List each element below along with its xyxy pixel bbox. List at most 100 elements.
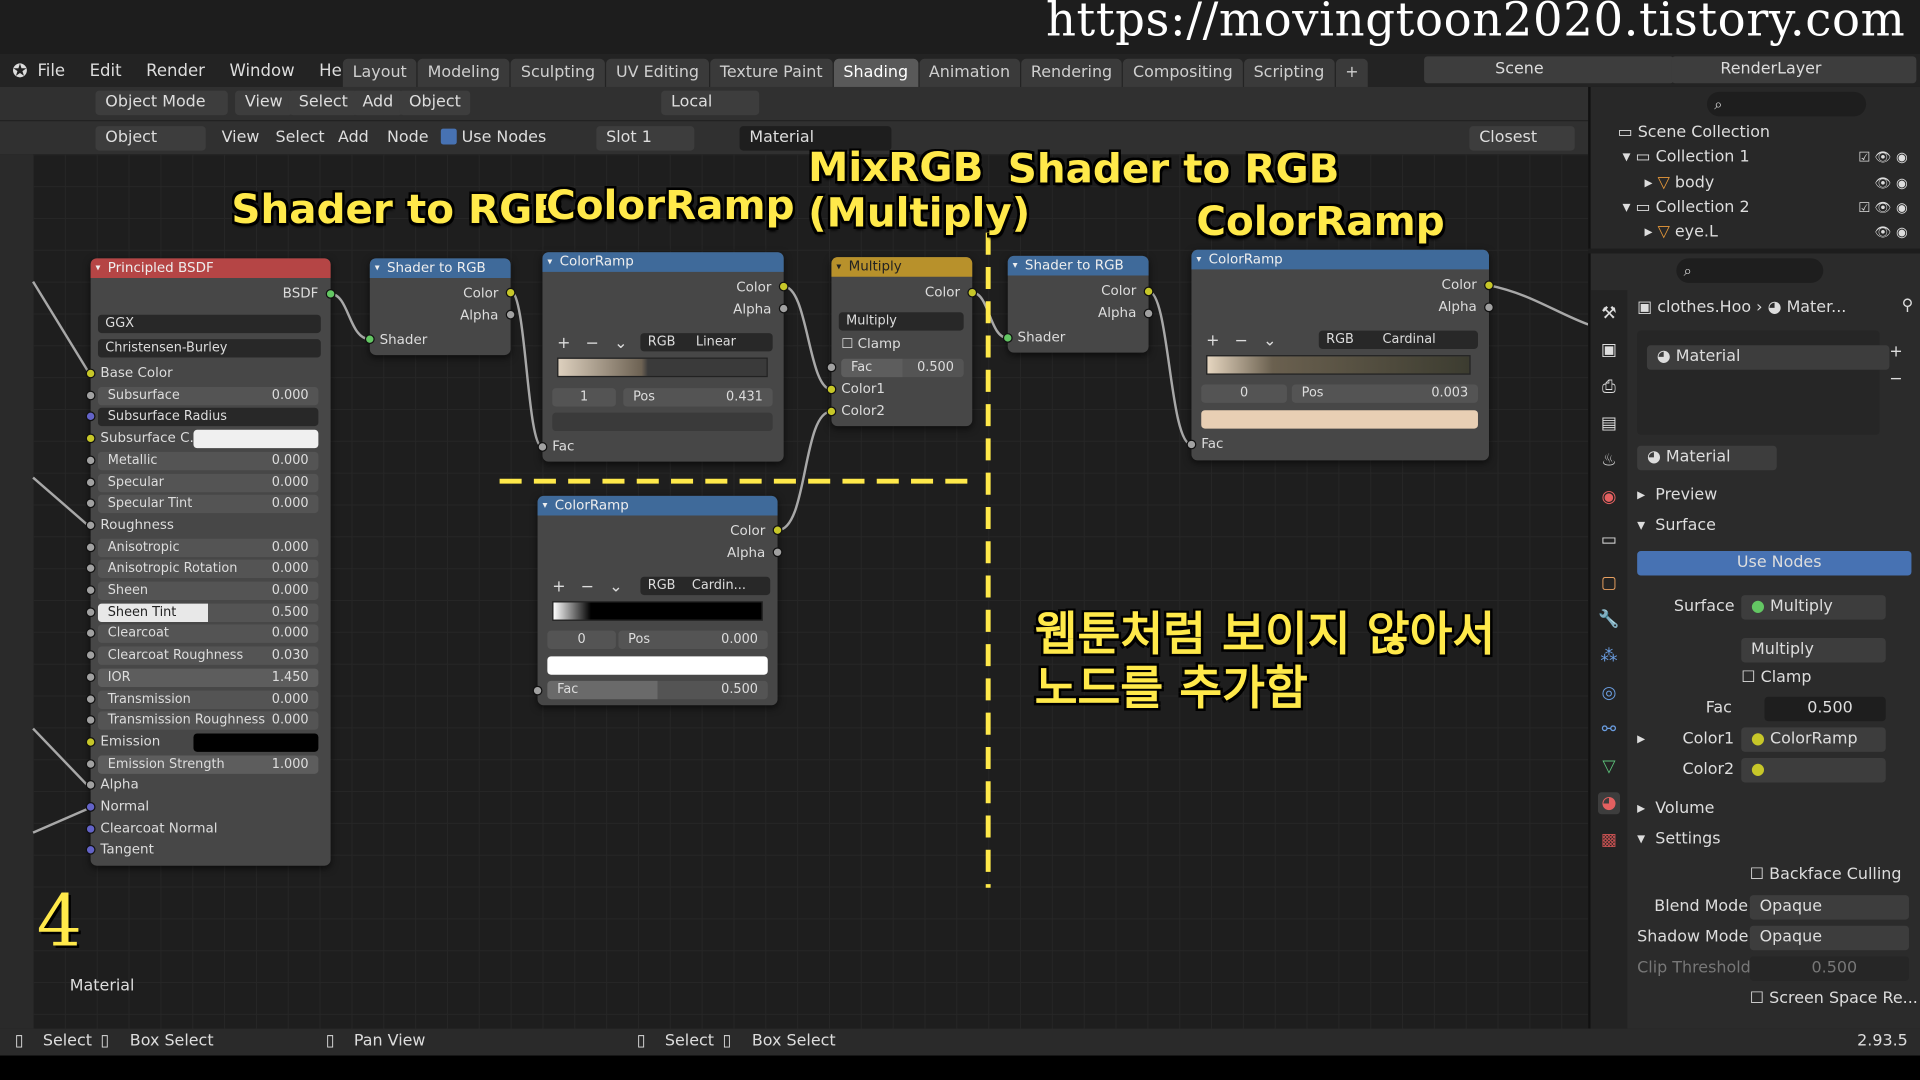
alpha-output-socket[interactable] (1143, 308, 1154, 319)
material-icon[interactable]: ◕ (1597, 792, 1621, 815)
input-socket[interactable] (85, 520, 96, 531)
principled-bsdf-node[interactable]: Principled BSDF BSDF GGX Christensen-Bur… (85, 258, 336, 866)
stop-color-swatch[interactable] (1201, 410, 1478, 429)
visibility-eye-icon[interactable]: ☑ 👁 ◉ (1858, 146, 1907, 170)
outliner-eye-l[interactable]: ▸ ▽ eye.L 👁 ◉ (1591, 220, 1920, 244)
input-socket[interactable] (85, 672, 96, 682)
color1-input-socket[interactable] (826, 384, 837, 395)
object-icon[interactable]: ▢ (1598, 572, 1620, 594)
surface-panel-header[interactable]: ▾ Surface (1637, 517, 1716, 535)
bsdf-field-transmission[interactable]: Transmission 0.000 (97, 690, 319, 709)
fac-input-socket[interactable] (1186, 439, 1197, 450)
distribution-dropdown[interactable]: GGX (97, 314, 321, 334)
outliner-collection-2[interactable]: ▾ ▭ Collection 2 ☑ 👁 ◉ (1591, 196, 1920, 220)
shader-input-socket[interactable] (364, 334, 375, 345)
input-socket[interactable] (85, 737, 96, 747)
settings-panel-header[interactable]: ▾ Settings (1637, 830, 1720, 848)
color-ramp-bar[interactable] (1206, 355, 1471, 375)
input-socket[interactable] (85, 541, 96, 552)
texture-icon[interactable]: ▩ (1598, 829, 1620, 851)
material-datablock-field[interactable]: ◕ Material (1637, 445, 1777, 471)
shader-input-socket[interactable] (1002, 333, 1013, 343)
color-output-socket[interactable] (505, 287, 516, 298)
color2-field[interactable]: ● (1741, 757, 1886, 783)
surface-shader-field[interactable]: ● Multiply (1741, 595, 1886, 620)
use-nodes-button[interactable]: Use Nodes (1637, 551, 1912, 576)
preview-panel-header[interactable]: ▸ Preview (1637, 486, 1717, 504)
color1-field[interactable]: ● ColorRamp (1741, 727, 1886, 752)
bsdf-field-subsurface[interactable]: Subsurface 0.000 (97, 386, 319, 405)
input-socket[interactable] (85, 498, 96, 509)
stop-position-field[interactable]: Pos 0.000 (618, 630, 768, 649)
physics-icon[interactable]: ◎ (1598, 682, 1620, 704)
ramp-mode-dropdown[interactable]: RGB Linear (640, 333, 773, 352)
clamp-checkbox[interactable]: ☐ Clamp (841, 336, 900, 352)
color-output-socket[interactable] (1143, 286, 1154, 297)
bsdf-field-specular-tint[interactable]: Specular Tint 0.000 (97, 494, 319, 514)
bsdf-field-metallic[interactable]: Metallic 0.000 (97, 451, 319, 470)
add-stop-button[interactable]: + − ⌄ (552, 578, 622, 596)
ramp-mode-dropdown[interactable]: RGB Cardinal (1318, 330, 1478, 349)
outliner-scene-collection[interactable]: ▭ Scene Collection (1591, 121, 1920, 145)
add-stop-button[interactable]: + − ⌄ (1206, 332, 1276, 350)
fac-input-socket[interactable] (532, 685, 543, 696)
emission-color-swatch[interactable] (193, 733, 319, 752)
blend-type-dropdown[interactable]: Multiply (838, 312, 964, 331)
remove-slot-button[interactable]: − (1889, 370, 1902, 388)
stop-index-field[interactable]: 0 (1201, 384, 1287, 403)
outliner-collection-1[interactable]: ▾ ▭ Collection 1 ☑ 👁 ◉ (1591, 146, 1920, 170)
visibility-eye-icon[interactable]: 👁 ◉ (1875, 171, 1908, 195)
bsdf-output-socket[interactable] (325, 288, 336, 299)
input-socket[interactable] (85, 758, 96, 769)
clip-threshold-field[interactable]: 0.500 (1749, 956, 1909, 981)
visibility-eye-icon[interactable]: 👁 ◉ (1875, 220, 1908, 244)
shader-to-rgb-node-2[interactable]: Shader to RGB Color Alpha Shader (1002, 255, 1154, 353)
modifier-wrench-icon[interactable]: 🔧 (1598, 609, 1620, 631)
input-socket[interactable] (85, 650, 96, 661)
bsdf-field-sheen-tint[interactable]: Sheen Tint 0.500 (97, 603, 319, 622)
render-icon[interactable]: ▣ (1598, 339, 1620, 361)
particles-icon[interactable]: ⁂ (1598, 645, 1620, 667)
input-socket[interactable] (85, 693, 96, 704)
blend-type-dropdown[interactable]: Multiply (1741, 637, 1886, 663)
alpha-output-socket[interactable] (772, 547, 783, 558)
tool-icon[interactable]: ⚒ (1598, 302, 1620, 324)
backface-culling-checkbox[interactable]: ☐ Backface Culling (1750, 866, 1902, 884)
input-socket[interactable] (85, 845, 96, 856)
input-socket[interactable] (85, 606, 96, 617)
input-socket[interactable] (85, 802, 96, 812)
color-output-socket[interactable] (967, 287, 978, 298)
mesh-data-icon[interactable]: ▽ (1598, 756, 1620, 778)
input-socket[interactable] (85, 390, 96, 401)
bsdf-field-clearcoat[interactable]: Clearcoat 0.000 (97, 624, 319, 644)
fac-field[interactable]: 0.500 (1764, 696, 1886, 722)
material-slot-list[interactable]: ◕ Material (1637, 330, 1890, 435)
input-socket[interactable] (85, 628, 96, 639)
bsdf-field-emission-strength[interactable]: Emission Strength 1.000 (97, 755, 319, 774)
stop-color-swatch[interactable] (547, 656, 768, 675)
fac-field[interactable]: Fac 0.500 (547, 680, 768, 700)
bsdf-field-ior[interactable]: IOR 1.450 (97, 668, 319, 687)
input-socket[interactable] (85, 368, 96, 379)
stop-position-field[interactable]: Pos 0.003 (1291, 384, 1478, 403)
stop-index-field[interactable]: 0 (547, 630, 616, 649)
color-output-socket[interactable] (778, 281, 789, 292)
colorramp-node-2[interactable]: ColorRamp Color Alpha + − ⌄ RGB Cardin..… (532, 495, 783, 706)
input-socket[interactable] (85, 780, 96, 791)
subsurface-color-swatch[interactable] (193, 429, 319, 449)
input-socket[interactable] (85, 563, 96, 574)
input-socket[interactable] (85, 411, 96, 422)
input-socket[interactable] (85, 455, 96, 466)
mixrgb-multiply-node[interactable]: Multiply Color Multiply ☐ Clamp Fac0.500… (826, 257, 978, 427)
bsdf-field-anisotropic-rotation[interactable]: Anisotropic Rotation 0.000 (97, 559, 319, 579)
view-layer-icon[interactable]: ▤ (1598, 413, 1620, 435)
bsdf-field-transmission-roughness[interactable]: Transmission Roughness 0.000 (97, 711, 319, 731)
input-socket[interactable] (85, 715, 96, 726)
subsurface-method-dropdown[interactable]: Christensen-Burley (97, 339, 321, 358)
bsdf-field-clearcoat-roughness[interactable]: Clearcoat Roughness 0.030 (97, 646, 319, 666)
render-layer-selector[interactable]: RenderLayer (1671, 56, 1917, 84)
alpha-output-socket[interactable] (778, 303, 789, 314)
outliner-search-input[interactable]: ⌕ (1706, 91, 1867, 117)
color-ramp-bar[interactable] (557, 357, 768, 378)
fac-input-socket[interactable] (537, 442, 548, 452)
